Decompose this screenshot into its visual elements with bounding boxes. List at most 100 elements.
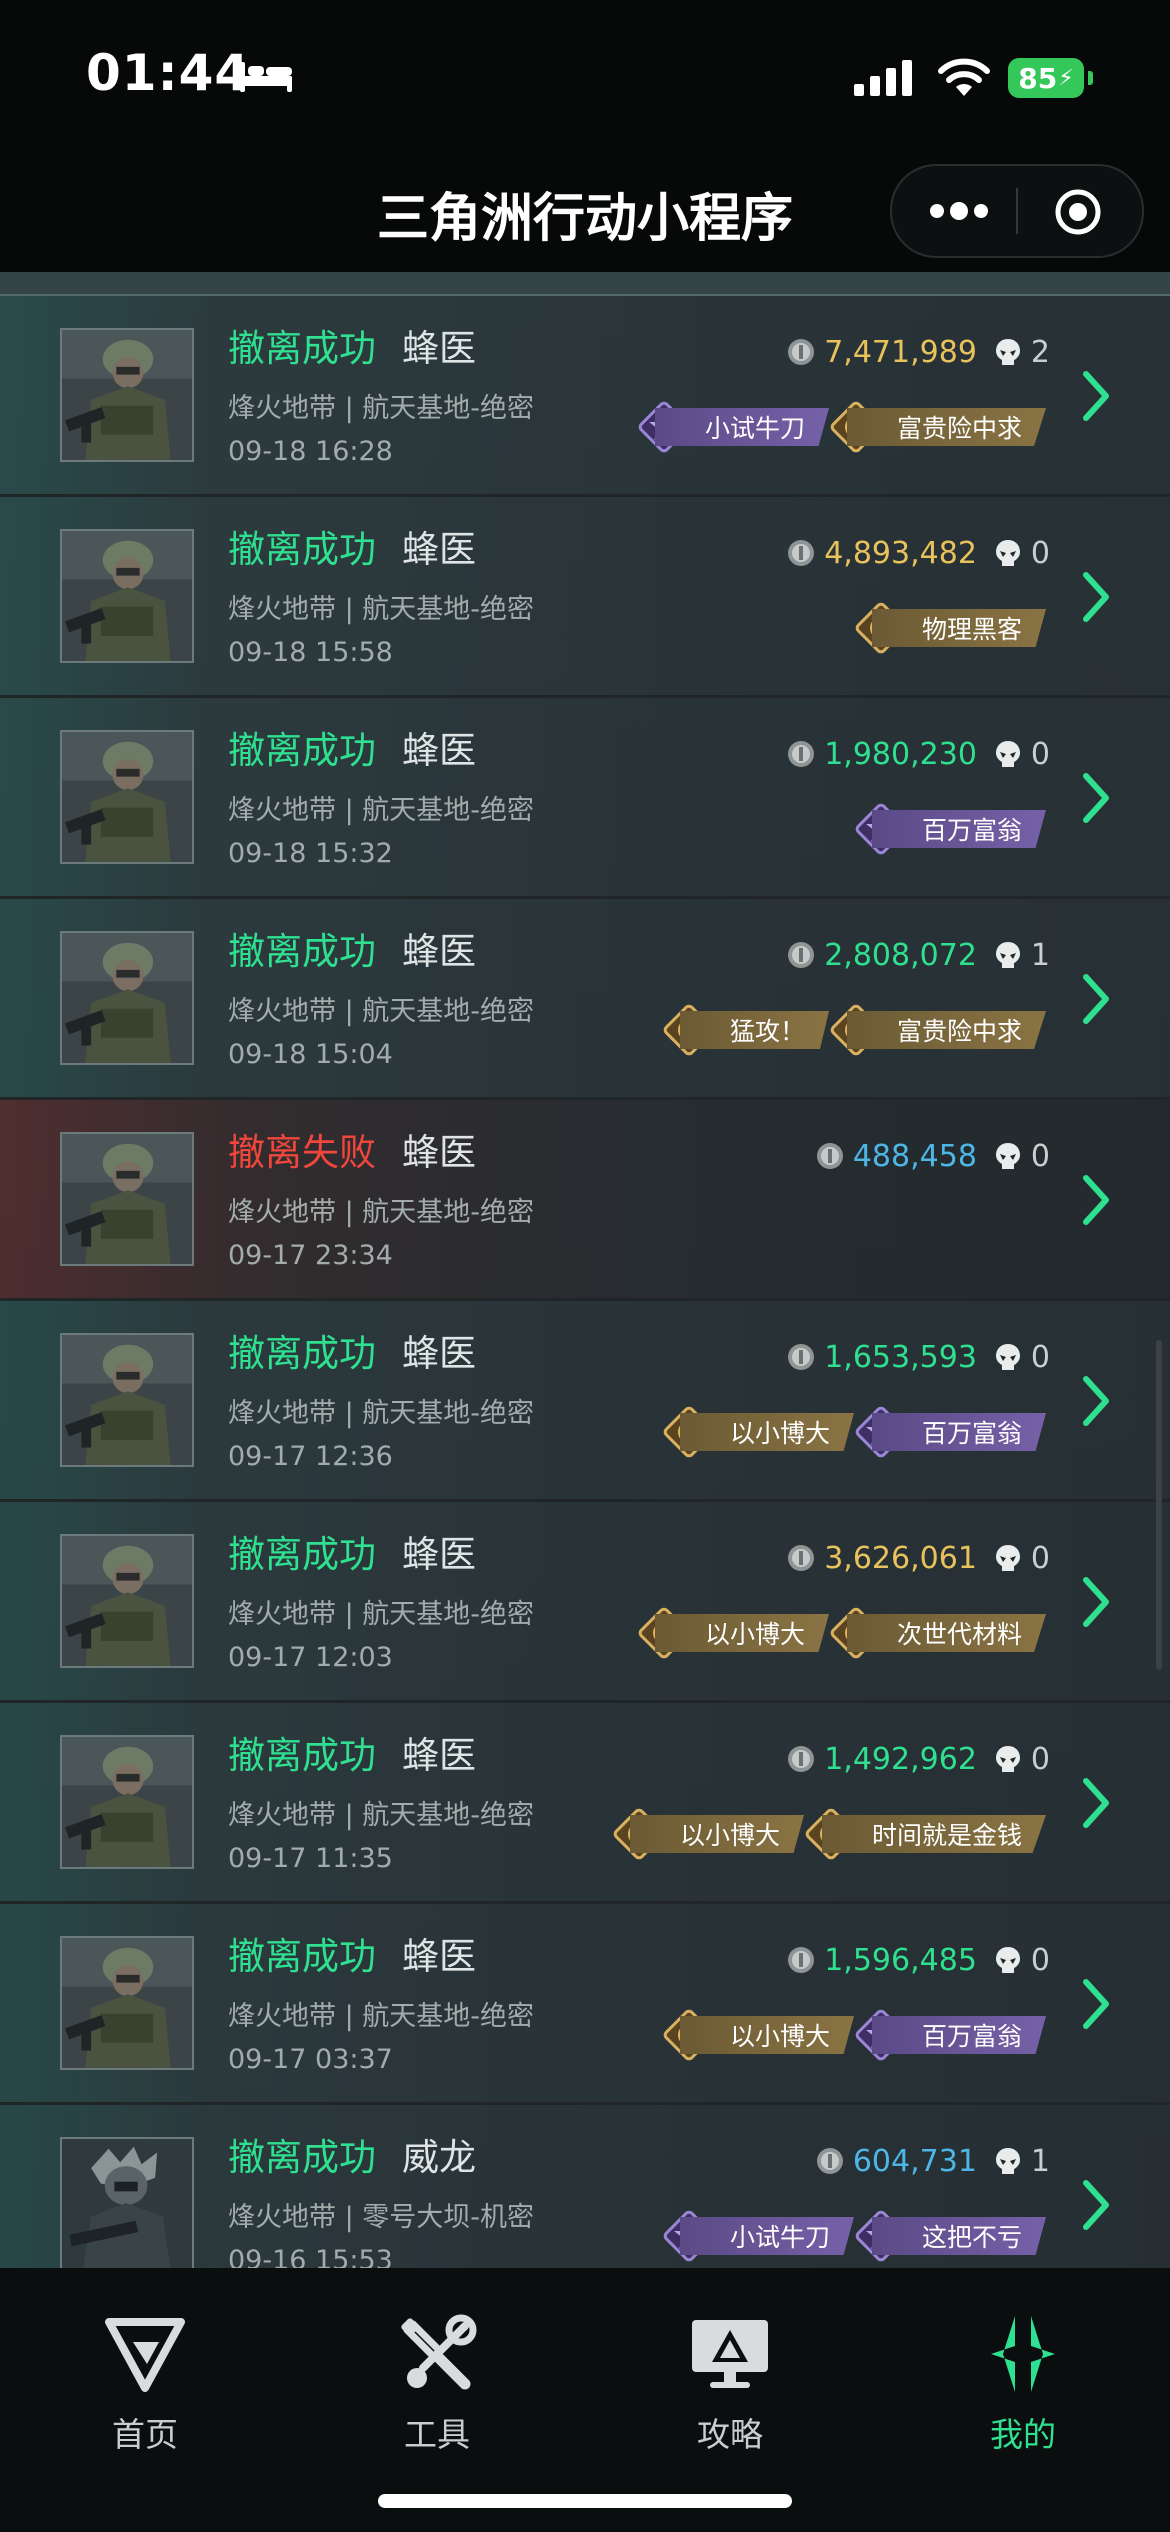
- match-record-row[interactable]: 撤离成功 蜂医 烽火地带 | 航天基地-绝密 09-17 12:03 3,626,061…: [0, 1502, 1170, 1703]
- tab-mine-label: 我的: [990, 2415, 1056, 2454]
- value-and-kills: 3,626,061 0: [786, 1538, 1050, 1578]
- achievement-badges: 小试牛刀 这把不亏: [662, 2210, 1046, 2263]
- kill-count: 0: [1030, 736, 1050, 772]
- badge-label: 物理黑客: [921, 615, 1022, 644]
- operator-name: 蜂医: [402, 1935, 476, 1978]
- extracted-value: 1,492,962: [824, 1741, 977, 1777]
- match-record-row[interactable]: 撤离失败 蜂医 烽火地带 | 航天基地-绝密 09-17 23:34 488,458 0: [0, 1100, 1170, 1301]
- scrollbar[interactable]: [1156, 1340, 1162, 1670]
- achievement-badges: 百万富翁: [854, 803, 1046, 856]
- match-record-row[interactable]: 撤离成功 蜂医 烽火地带 | 航天基地-绝密 09-18 15:58 4,893,482…: [0, 497, 1170, 698]
- achievement-badges: 以小博大 百万富翁: [662, 1406, 1046, 1459]
- achievement-badge: 百万富翁: [855, 1406, 1046, 1458]
- match-record-row[interactable]: 撤离成功 蜂医 烽火地带 | 航天基地-绝密 09-17 11:35 1,492,962…: [0, 1703, 1170, 1904]
- more-icon[interactable]: [928, 196, 990, 226]
- match-date: 09-17 11:35: [228, 1843, 393, 1874]
- match-date: 09-17 12:36: [228, 1441, 393, 1472]
- match-record-row[interactable]: 撤离成功 蜂医 烽火地带 | 航天基地-绝密 09-18 15:04 2,808,072…: [0, 899, 1170, 1100]
- operator-name: 蜂医: [402, 729, 476, 772]
- badge-label: 以小博大: [729, 1419, 830, 1448]
- close-target-icon[interactable]: [1054, 188, 1102, 236]
- achievement-badges: 以小博大 百万富翁: [662, 2009, 1046, 2062]
- chevron-right-icon[interactable]: [1080, 770, 1112, 826]
- extracted-value: 488,458: [852, 1138, 977, 1174]
- achievement-badge: 猛攻！: [663, 1004, 829, 1056]
- tab-tools[interactable]: 工具: [357, 2312, 517, 2456]
- map-mode: 烽火地带 | 航天基地-绝密: [228, 1398, 535, 1429]
- chevron-right-icon[interactable]: [1080, 368, 1112, 424]
- badge-label: 以小博大: [704, 1620, 805, 1649]
- extraction-status: 撤离失败: [228, 1131, 376, 1174]
- achievement-badges: 物理黑客: [854, 602, 1046, 655]
- nav-header: 三角洲行动小程序: [0, 150, 1170, 272]
- value-and-kills: 1,980,230 0: [786, 734, 1050, 774]
- map-mode: 烽火地带 | 航天基地-绝密: [228, 594, 535, 625]
- achievement-badges: 以小博大 次世代材料: [637, 1607, 1046, 1660]
- chevron-right-icon[interactable]: [1080, 1373, 1112, 1429]
- operator-avatar: [60, 1534, 194, 1668]
- chevron-right-icon[interactable]: [1080, 2177, 1112, 2233]
- achievement-badge: 小试牛刀: [638, 401, 829, 453]
- match-record-row[interactable]: 撤离成功 蜂医 烽火地带 | 航天基地-绝密 09-18 15:32 1,980,230…: [0, 698, 1170, 899]
- chevron-right-icon[interactable]: [1080, 1775, 1112, 1831]
- achievement-badges: 小试牛刀 富贵险中求: [637, 401, 1046, 454]
- match-record-row[interactable]: 撤离成功 威龙 烽火地带 | 零号大坝-机密 09-16 15:53 604,731 1 小…: [0, 2105, 1170, 2272]
- map-mode: 烽火地带 | 航天基地-绝密: [228, 1599, 535, 1630]
- chevron-right-icon[interactable]: [1080, 1172, 1112, 1228]
- map-mode: 烽火地带 | 航天基地-绝密: [228, 1800, 535, 1831]
- tab-guide[interactable]: 攻略: [650, 2312, 810, 2456]
- value-and-kills: 488,458 0: [815, 1136, 1050, 1176]
- coin-icon: [788, 339, 815, 365]
- extraction-status: 撤离成功: [228, 729, 376, 772]
- operator-name: 蜂医: [402, 327, 476, 370]
- extracted-value: 1,980,230: [824, 736, 977, 772]
- charging-bolt-icon: ⚡: [1058, 65, 1074, 91]
- chevron-right-icon[interactable]: [1080, 971, 1112, 1027]
- guide-monitor-icon: [692, 2320, 768, 2388]
- achievement-badge: 这把不亏: [855, 2210, 1046, 2262]
- achievement-badge: 以小博大: [638, 1607, 829, 1659]
- extraction-status: 撤离成功: [228, 1734, 376, 1777]
- match-record-row[interactable]: 撤离成功 蜂医 烽火地带 | 航天基地-绝密 09-17 12:36 1,653,593…: [0, 1301, 1170, 1502]
- skull-icon: [995, 339, 1020, 365]
- skull-icon: [995, 1143, 1020, 1169]
- kill-count: 0: [1030, 1942, 1050, 1978]
- coin-icon: [788, 1545, 815, 1571]
- achievement-badge: 百万富翁: [855, 2009, 1046, 2061]
- map-mode: 烽火地带 | 航天基地-绝密: [228, 996, 535, 1027]
- achievement-badge: 次世代材料: [830, 1607, 1046, 1659]
- skull-icon: [995, 540, 1020, 566]
- extraction-status: 撤离成功: [228, 930, 376, 973]
- operator-avatar: [60, 1936, 194, 2070]
- tab-mine[interactable]: 我的: [943, 2312, 1103, 2456]
- skull-icon: [995, 1947, 1020, 1973]
- match-date: 09-18 15:04: [228, 1039, 393, 1070]
- chevron-right-icon[interactable]: [1080, 1976, 1112, 2032]
- battery-cap: [1088, 71, 1093, 85]
- match-record-list[interactable]: 撤离成功 蜂医 烽火地带 | 航天基地-绝密 09-18 16:28 7,471,989…: [0, 272, 1170, 2272]
- skull-icon: [995, 1344, 1020, 1370]
- operator-avatar: [60, 529, 194, 663]
- skull-icon: [995, 1545, 1020, 1571]
- extraction-status: 撤离成功: [228, 1935, 376, 1978]
- tools-icon: [401, 2314, 477, 2390]
- match-record-row[interactable]: 撤离成功 蜂医 烽火地带 | 航天基地-绝密 09-18 16:28 7,471,989…: [0, 296, 1170, 497]
- operator-avatar: [60, 1735, 194, 1869]
- kill-count: 0: [1030, 1741, 1050, 1777]
- tab-home[interactable]: 首页: [65, 2312, 225, 2456]
- coin-icon: [788, 1344, 815, 1370]
- coin-icon: [788, 741, 815, 767]
- extraction-status: 撤离成功: [228, 2136, 376, 2179]
- extracted-value: 1,596,485: [824, 1942, 977, 1978]
- operator-name: 蜂医: [402, 528, 476, 571]
- chevron-right-icon[interactable]: [1080, 569, 1112, 625]
- badge-label: 以小博大: [679, 1821, 780, 1850]
- chevron-right-icon[interactable]: [1080, 1574, 1112, 1630]
- badge-label: 猛攻！: [729, 1017, 805, 1046]
- match-record-row[interactable]: 撤离成功 蜂医 烽火地带 | 航天基地-绝密 09-17 03:37 1,596,485…: [0, 1904, 1170, 2105]
- operator-avatar: [60, 328, 194, 462]
- achievement-badge: 小试牛刀: [663, 2210, 854, 2262]
- extracted-value: 1,653,593: [824, 1339, 977, 1375]
- achievement-badge: 以小博大: [663, 1406, 854, 1458]
- map-mode: 烽火地带 | 航天基地-绝密: [228, 795, 535, 826]
